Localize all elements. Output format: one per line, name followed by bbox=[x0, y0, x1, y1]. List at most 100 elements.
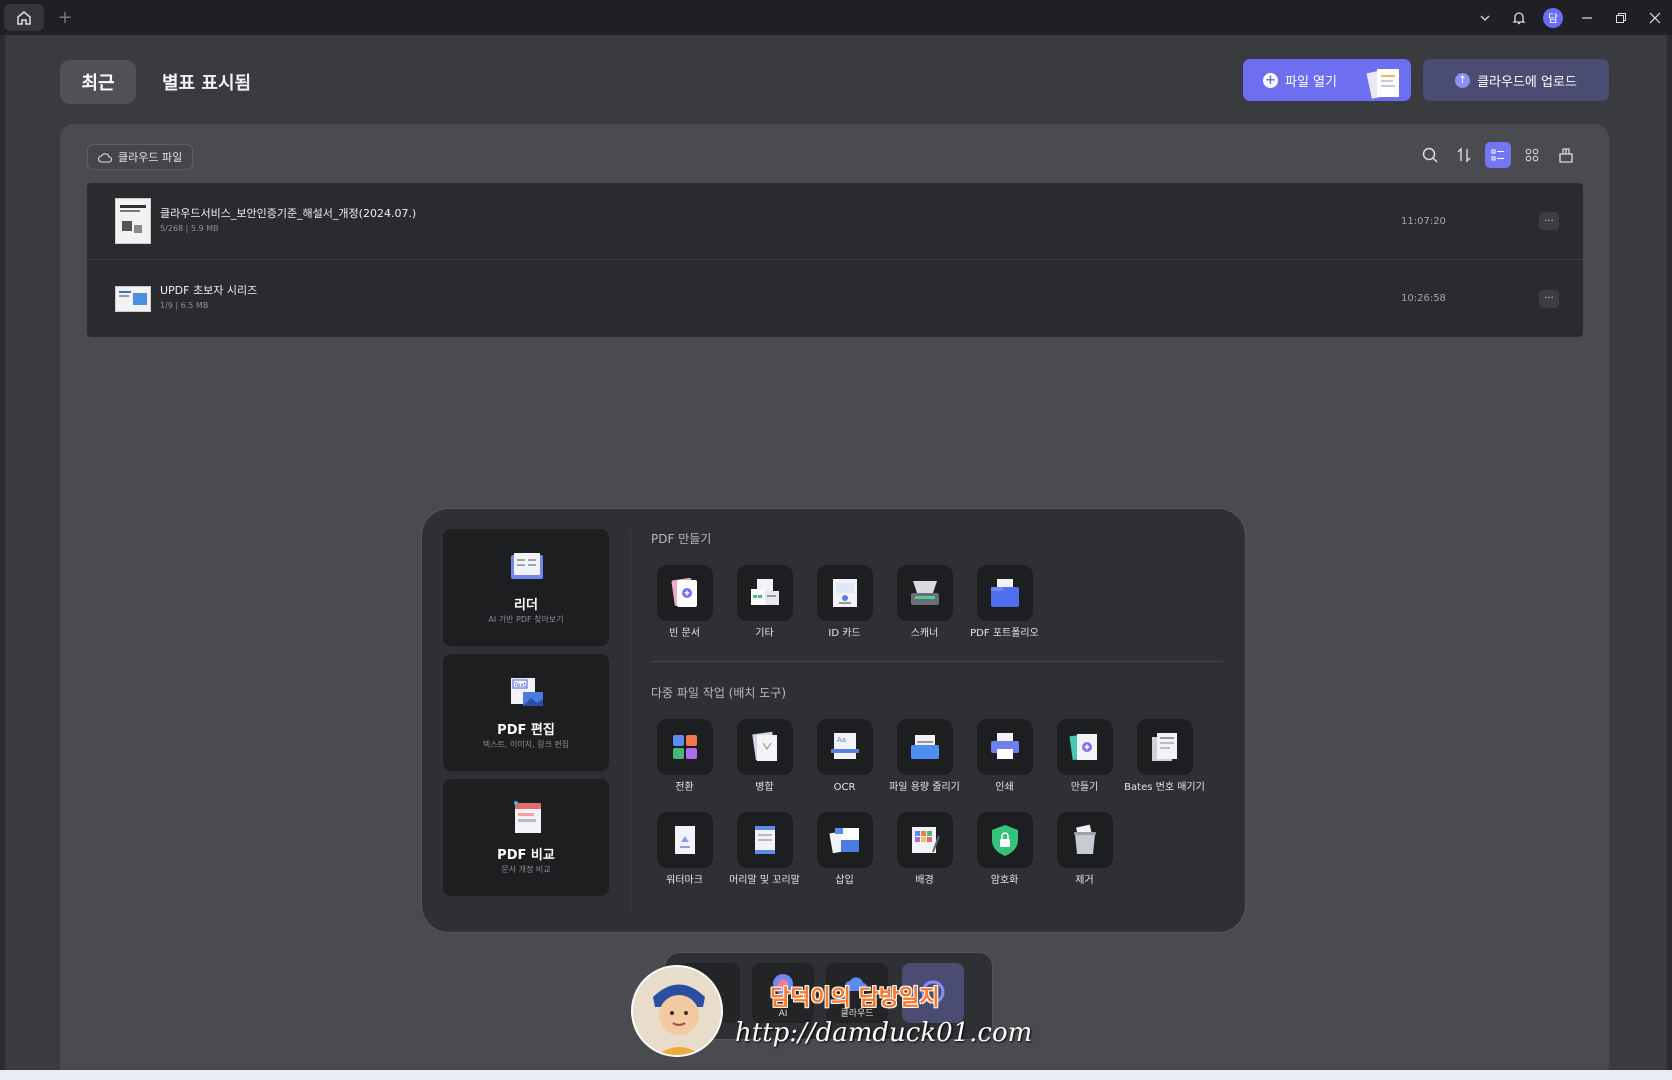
view-toolbar bbox=[1417, 142, 1579, 168]
pdf-compare-card[interactable]: PDF 비교 문서 개정 비교 bbox=[443, 779, 609, 896]
ocr-icon: Aa bbox=[816, 719, 873, 775]
tool-label: 스캐너 bbox=[910, 628, 939, 639]
tool-label: 만들기 bbox=[1070, 782, 1099, 793]
upload-cloud-button[interactable]: ↑ 클라우드에 업로드 bbox=[1423, 59, 1609, 101]
tool-label: 파일 용량 줄리기 bbox=[889, 782, 960, 793]
tool-label: 배경 bbox=[915, 875, 934, 886]
tool-header-footer[interactable]: 머리말 및 꼬리말 bbox=[722, 812, 807, 887]
sort-icon[interactable] bbox=[1451, 142, 1477, 168]
chevron-down-icon[interactable] bbox=[1468, 0, 1502, 35]
more-icon[interactable]: ··· bbox=[1539, 212, 1559, 230]
watermark-title: 담덕이의 담방일지 bbox=[770, 985, 940, 1011]
tool-label: 빈 문서 bbox=[669, 628, 700, 639]
file-name: 클라우드서비스_보안인증기준_해설서_개정(2024.07.) bbox=[160, 207, 417, 220]
cloud-files-label: 클라우드 파일 bbox=[118, 151, 183, 164]
reader-icon bbox=[511, 553, 543, 579]
upload-cloud-label: 클라우드에 업로드 bbox=[1477, 74, 1577, 90]
tab-recent[interactable]: 최근 bbox=[60, 60, 136, 104]
cloud-files-filter[interactable]: 클라우드 파일 bbox=[87, 144, 194, 170]
convert-icon bbox=[656, 719, 713, 775]
tool-merge[interactable]: 병합 bbox=[722, 719, 807, 794]
file-list: 클라우드서비스_보안인증기준_해설서_개정(2024.07.) 5/268 | … bbox=[87, 183, 1583, 337]
tool-insert[interactable]: 삽입 bbox=[802, 812, 887, 887]
tool-label: 병합 bbox=[755, 782, 774, 793]
close-button[interactable] bbox=[1638, 0, 1672, 35]
tool-create[interactable]: 만들기 bbox=[1042, 719, 1127, 794]
file-meta: 5/268 | 5.9 MB bbox=[160, 224, 219, 233]
create-section-title: PDF 만들기 bbox=[651, 532, 712, 546]
open-file-button[interactable]: + 파일 열기 bbox=[1243, 59, 1411, 101]
tool-watermark[interactable]: 워터마크 bbox=[642, 812, 727, 887]
file-row[interactable]: UPDF 초보자 시리즈 1/9 | 6.5 MB 10:26:58 ··· bbox=[87, 260, 1583, 337]
card-title: PDF 편집 bbox=[497, 723, 555, 738]
create-icon bbox=[1056, 719, 1113, 775]
tool-label: PDF 포트폴리오 bbox=[970, 628, 1039, 639]
upload-icon: ↑ bbox=[1455, 72, 1471, 88]
tool-label: 전환 bbox=[675, 782, 694, 793]
pdf-edit-card[interactable]: Text PDF 편집 텍스트, 이미지, 링크 편집 bbox=[443, 654, 609, 771]
file-time: 10:26:58 bbox=[1401, 293, 1446, 304]
bell-icon[interactable] bbox=[1502, 0, 1536, 35]
list-view-icon[interactable] bbox=[1485, 142, 1511, 168]
blank-doc-icon bbox=[656, 565, 713, 621]
file-meta: 1/9 | 6.5 MB bbox=[160, 301, 209, 310]
watermark-url: http://damduck01.com bbox=[735, 1018, 1033, 1048]
new-tab-button[interactable]: + bbox=[54, 6, 76, 28]
tab-starred[interactable]: 별표 표시됨 bbox=[162, 60, 251, 104]
tool-blank[interactable]: 빈 문서 bbox=[642, 565, 727, 640]
tool-ocr[interactable]: Aa OCR bbox=[802, 719, 887, 794]
watermark-icon bbox=[656, 812, 713, 868]
home-tab[interactable] bbox=[4, 4, 44, 31]
header-footer-icon bbox=[736, 812, 793, 868]
card-subtitle: AI 기반 PDF 찾아보기 bbox=[488, 615, 564, 624]
card-title: 리더 bbox=[514, 598, 538, 613]
svg-text:Text: Text bbox=[513, 682, 527, 689]
card-subtitle: 문서 개정 비교 bbox=[501, 865, 551, 874]
card-title: PDF 비교 bbox=[497, 848, 555, 863]
user-avatar[interactable]: 담 bbox=[1536, 0, 1570, 35]
tool-convert[interactable]: 전환 bbox=[642, 719, 727, 794]
edit-icon: Text bbox=[511, 678, 543, 706]
batch-section-title: 다중 파일 작업 (배치 도구) bbox=[651, 686, 787, 700]
clear-icon[interactable] bbox=[1553, 142, 1579, 168]
popup-divider bbox=[630, 529, 631, 914]
file-row[interactable]: 클라우드서비스_보안인증기준_해설서_개정(2024.07.) 5/268 | … bbox=[87, 183, 1583, 260]
reader-card[interactable]: 리더 AI 기반 PDF 찾아보기 bbox=[443, 529, 609, 646]
tool-remove[interactable]: 제거 bbox=[1042, 812, 1127, 887]
tool-label: Bates 번호 매기기 bbox=[1124, 782, 1205, 793]
trash-icon bbox=[1056, 812, 1113, 868]
tool-label: 암호화 bbox=[990, 875, 1019, 886]
tool-label: 워터마크 bbox=[666, 875, 703, 886]
restore-button[interactable] bbox=[1604, 0, 1638, 35]
tool-id-card[interactable]: ID 카드 bbox=[802, 565, 887, 640]
documents-icon bbox=[1366, 69, 1399, 99]
file-thumbnail bbox=[115, 285, 151, 312]
tool-encrypt[interactable]: 암호화 bbox=[962, 812, 1047, 887]
minimize-button[interactable] bbox=[1570, 0, 1604, 35]
grid-view-icon[interactable] bbox=[1519, 142, 1545, 168]
tool-compress[interactable]: 파일 용량 줄리기 bbox=[882, 719, 967, 794]
tool-label: 머리말 및 꼬리말 bbox=[729, 875, 800, 886]
merge-icon bbox=[736, 719, 793, 775]
tool-scanner[interactable]: 스캐너 bbox=[882, 565, 967, 640]
tool-bates[interactable]: Bates 번호 매기기 bbox=[1122, 719, 1207, 794]
insert-icon bbox=[816, 812, 873, 868]
compress-icon bbox=[896, 719, 953, 775]
tool-other[interactable]: 기타 bbox=[722, 565, 807, 640]
portfolio-icon bbox=[976, 565, 1033, 621]
tool-label: 제거 bbox=[1075, 875, 1094, 886]
svg-text:Aa: Aa bbox=[837, 736, 846, 744]
scanner-icon bbox=[896, 565, 953, 621]
home-icon bbox=[17, 10, 31, 25]
title-bar: + 담 bbox=[0, 0, 1672, 35]
tool-background[interactable]: 배경 bbox=[882, 812, 967, 887]
search-icon[interactable] bbox=[1417, 142, 1443, 168]
shield-icon bbox=[976, 812, 1033, 868]
tool-print[interactable]: 인쇄 bbox=[962, 719, 1047, 794]
tool-portfolio[interactable]: PDF 포트폴리오 bbox=[962, 565, 1047, 640]
watermark-avatar bbox=[631, 965, 723, 1057]
cloud-icon bbox=[98, 152, 112, 163]
more-icon[interactable]: ··· bbox=[1539, 289, 1559, 308]
file-thumbnail bbox=[115, 198, 151, 244]
id-card-icon bbox=[816, 565, 873, 621]
